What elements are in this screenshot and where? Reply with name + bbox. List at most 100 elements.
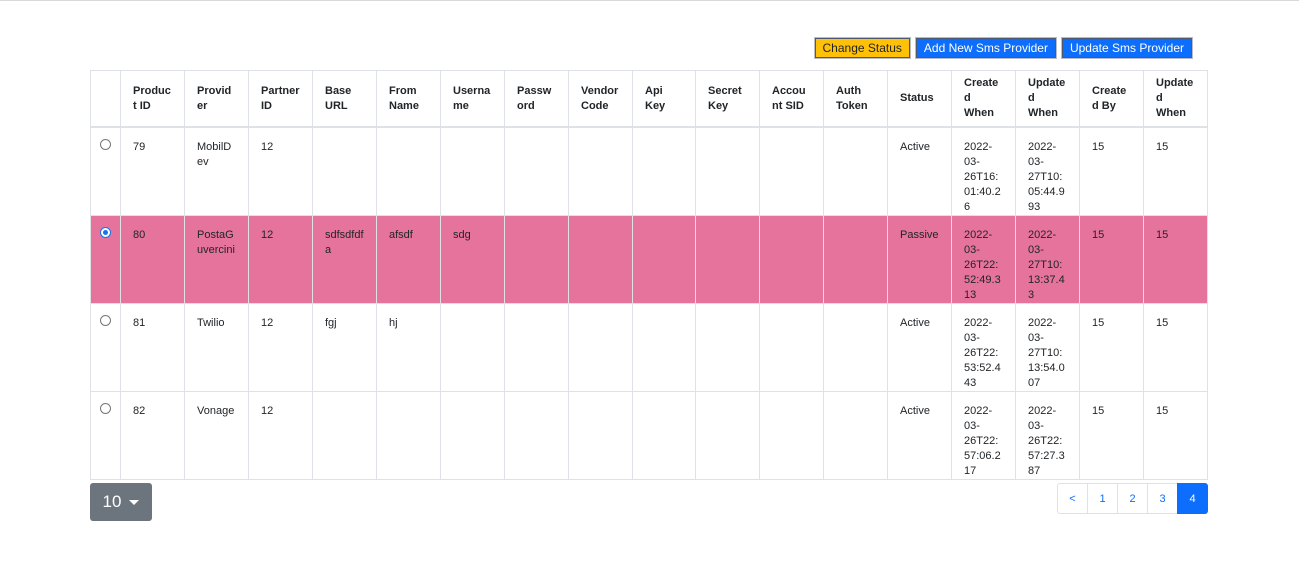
table-cell <box>568 303 633 392</box>
table-row[interactable]: 81 Twilio 12 fgj hj Active 2022-03-26T22:53:52… <box>90 303 1208 392</box>
table-cell: Active <box>887 391 952 480</box>
table-cell: 79 <box>120 126 185 216</box>
table-cell <box>632 391 696 480</box>
page-button-4[interactable]: 4 <box>1177 483 1208 514</box>
table-cell <box>312 391 377 480</box>
table-cell: 2022-03-26T16:01:40.26 <box>951 126 1016 216</box>
table-cell: Active <box>887 126 952 216</box>
column-header[interactable]: Provider <box>184 70 249 128</box>
row-select-radio[interactable] <box>100 315 111 326</box>
table-cell: 15 <box>1143 126 1208 216</box>
row-select-cell <box>90 126 121 216</box>
table-cell <box>568 126 633 216</box>
table-cell <box>632 303 696 392</box>
page-prev-button[interactable]: < <box>1057 483 1088 514</box>
table-cell <box>823 126 888 216</box>
column-header[interactable]: Auth Token <box>823 70 888 128</box>
table-cell: sdfsdfdfa <box>312 215 377 304</box>
page-size-value: 10 <box>102 492 122 511</box>
table-cell <box>376 391 441 480</box>
column-header[interactable]: Created By <box>1079 70 1144 128</box>
table-cell <box>440 126 505 216</box>
row-select-radio[interactable] <box>100 403 111 414</box>
table-cell <box>440 391 505 480</box>
table-body: 79 MobilDev 12 Active 2022-03-26T16:01:40.26… <box>90 126 1208 480</box>
table-cell: sdg <box>440 215 505 304</box>
table-cell <box>440 303 505 392</box>
table-cell: Active <box>887 303 952 392</box>
row-select-radio[interactable] <box>100 139 111 150</box>
column-header[interactable]: Partner ID <box>248 70 313 128</box>
column-header[interactable]: Base URL <box>312 70 377 128</box>
page-button-1[interactable]: 1 <box>1087 483 1118 514</box>
page-size-dropdown[interactable]: 10 <box>90 483 152 521</box>
table-cell: 2022-03-26T22:57:06.217 <box>951 391 1016 480</box>
column-header[interactable]: Secret Key <box>695 70 760 128</box>
table-cell: 12 <box>248 391 313 480</box>
table-cell: fgj <box>312 303 377 392</box>
column-header[interactable]: Vendor Code <box>568 70 633 128</box>
table-cell <box>823 391 888 480</box>
add-sms-provider-button[interactable]: Add New Sms Provider <box>914 37 1057 59</box>
table-cell <box>504 126 569 216</box>
table-row[interactable]: 82 Vonage 12 Active 2022-03-26T22:57:06.217 2… <box>90 391 1208 480</box>
table-row[interactable]: 79 MobilDev 12 Active 2022-03-26T16:01:40.26… <box>90 126 1208 216</box>
table-cell <box>759 391 824 480</box>
table-cell <box>568 391 633 480</box>
table-cell <box>568 215 633 304</box>
table-cell: 2022-03-26T22:53:52.443 <box>951 303 1016 392</box>
page-button-3[interactable]: 3 <box>1147 483 1178 514</box>
column-header[interactable]: Username <box>440 70 505 128</box>
table-cell: 2022-03-27T10:13:37.43 <box>1015 215 1080 304</box>
table-cell: 2022-03-27T10:05:44.993 <box>1015 126 1080 216</box>
toolbar: Change Status Add New Sms Provider Updat… <box>813 37 1194 59</box>
table-cell: 81 <box>120 303 185 392</box>
row-select-cell <box>90 303 121 392</box>
table-cell: 15 <box>1079 391 1144 480</box>
change-status-button[interactable]: Change Status <box>813 37 911 59</box>
column-header[interactable]: Product ID <box>120 70 185 128</box>
pagination: < 1234 <box>1057 483 1208 514</box>
table-cell: 2022-03-26T22:52:49.313 <box>951 215 1016 304</box>
table-cell <box>695 303 760 392</box>
column-header[interactable]: Updated When <box>1143 70 1208 128</box>
table-cell: 15 <box>1143 303 1208 392</box>
table-cell: hj <box>376 303 441 392</box>
table-cell: Twilio <box>184 303 249 392</box>
table-cell <box>504 215 569 304</box>
table-cell: Vonage <box>184 391 249 480</box>
table-cell: 15 <box>1079 215 1144 304</box>
row-select-radio[interactable] <box>100 227 111 238</box>
column-header[interactable]: Updated When <box>1015 70 1080 128</box>
row-select-cell <box>90 215 121 304</box>
table-row[interactable]: 80 PostaGuvercini 12 sdfsdfdfa afsdf sdg Passi… <box>90 215 1208 304</box>
column-header[interactable]: Api Key <box>632 70 696 128</box>
table-cell <box>695 126 760 216</box>
table-cell: 12 <box>248 126 313 216</box>
table-cell <box>823 303 888 392</box>
column-header[interactable]: Status <box>887 70 952 128</box>
sms-provider-table: Product ID Provider Partner ID Base URL From… <box>90 70 1208 480</box>
column-header[interactable]: Password <box>504 70 569 128</box>
select-column-header <box>90 70 121 128</box>
table-cell <box>504 391 569 480</box>
table-cell: 15 <box>1143 215 1208 304</box>
table-cell: 2022-03-26T22:57:27.387 <box>1015 391 1080 480</box>
column-header[interactable]: Created When <box>951 70 1016 128</box>
table-cell: 12 <box>248 303 313 392</box>
table-cell: PostaGuvercini <box>184 215 249 304</box>
table-cell <box>695 215 760 304</box>
table-cell <box>823 215 888 304</box>
update-sms-provider-button[interactable]: Update Sms Provider <box>1060 37 1194 59</box>
column-header[interactable]: From Name <box>376 70 441 128</box>
top-divider <box>0 0 1299 1</box>
table-cell <box>759 126 824 216</box>
table-cell: MobilDev <box>184 126 249 216</box>
caret-down-icon <box>129 499 140 505</box>
page-button-2[interactable]: 2 <box>1117 483 1148 514</box>
row-select-cell <box>90 391 121 480</box>
table-cell: afsdf <box>376 215 441 304</box>
column-header[interactable]: Account SID <box>759 70 824 128</box>
table-cell <box>504 303 569 392</box>
table-cell: 12 <box>248 215 313 304</box>
